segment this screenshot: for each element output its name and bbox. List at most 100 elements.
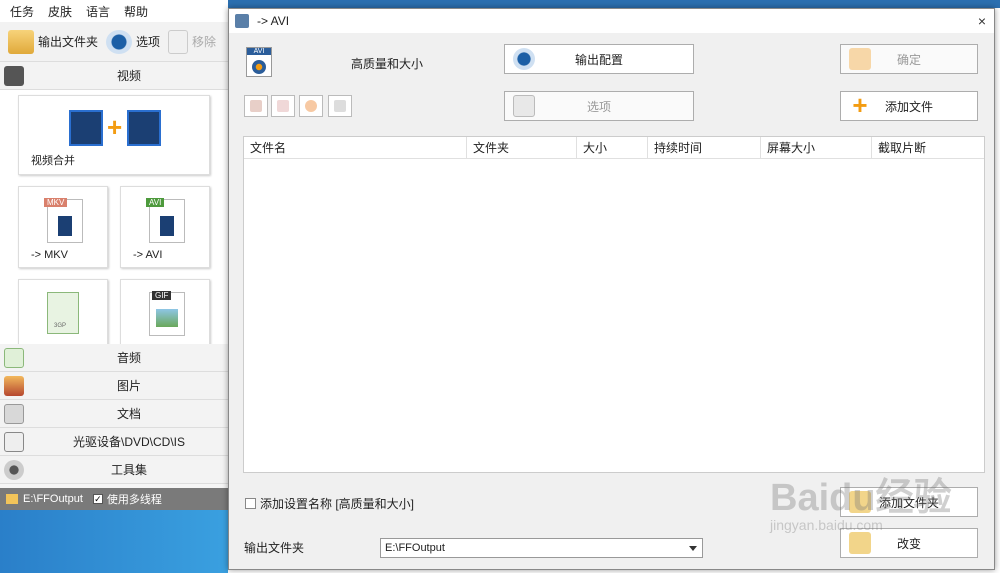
media-info-button[interactable] <box>328 95 352 117</box>
tile-to-gif[interactable]: GIF <box>120 279 210 344</box>
baidu-watermark: Baidu经验 jingyan.baidu.com <box>770 466 1000 566</box>
menu-skin[interactable]: 皮肤 <box>48 3 72 20</box>
output-folder-value: E:\FFOutput <box>385 542 445 554</box>
col-size[interactable]: 大小 <box>577 137 648 159</box>
gif-badge: GIF <box>152 291 172 300</box>
tools-icon <box>4 460 24 480</box>
gear-icon <box>513 48 535 70</box>
file-info-button[interactable] <box>244 95 268 117</box>
mkv-file-icon: MKV <box>44 198 83 243</box>
options-icon <box>513 95 535 117</box>
status-bar: E:\FFOutput ✓ 使用多线程 <box>0 488 228 510</box>
avi-format-badge: AVI <box>247 48 271 55</box>
remove-item-button[interactable] <box>271 95 295 117</box>
film-icon <box>4 66 24 86</box>
tile-to-mkv-label: -> MKV <box>31 249 68 261</box>
watermark-logo: Baidu经验 <box>770 477 952 519</box>
category-disc[interactable]: 光驱设备\DVD\CD\IS <box>0 428 228 456</box>
output-folder-label: 输出文件夹 <box>244 541 305 555</box>
music-note-icon <box>4 348 24 368</box>
options-dialog-label: 选项 <box>586 99 611 114</box>
folder-icon <box>8 29 34 54</box>
avi-badge: AVI <box>146 198 165 207</box>
play-button[interactable] <box>299 95 323 117</box>
col-clip[interactable]: 截取片断 <box>872 137 984 159</box>
menu-task[interactable]: 任务 <box>10 3 34 20</box>
ok-label: 确定 <box>896 52 921 67</box>
add-setting-name-row[interactable]: 添加设置名称 [高质量和大小] <box>245 495 414 512</box>
output-folder-label: 输出文件夹 <box>38 35 99 49</box>
menu-help[interactable]: 帮助 <box>124 3 148 20</box>
col-screen-size[interactable]: 屏幕大小 <box>761 137 872 159</box>
arrow-right-icon <box>849 48 871 70</box>
category-panel: 视频 + 视频合并 MKV -> MKV AVI -> AVI 3GP GIF … <box>0 62 228 488</box>
multithread-label: 使用多线程 <box>106 494 162 506</box>
dialog-title: -> AVI <box>257 14 290 28</box>
category-picture-label: 图片 <box>116 379 141 393</box>
3gp-badge: 3GP <box>54 323 67 329</box>
desktop-background <box>0 510 228 573</box>
desktop-strip <box>228 0 1000 8</box>
category-video[interactable]: 视频 <box>0 62 228 90</box>
tile-video-merge-label: 视频合并 <box>31 155 75 167</box>
output-config-button[interactable]: 输出配置 <box>504 44 694 74</box>
play-icon <box>305 100 317 112</box>
tile-to-mkv[interactable]: MKV -> MKV <box>18 186 108 268</box>
disc-drive-icon <box>4 432 24 452</box>
tile-to-avi-label: -> AVI <box>133 249 163 261</box>
ok-button[interactable]: 确定 <box>840 44 978 74</box>
remove-x-icon <box>277 100 289 112</box>
category-tools-label: 工具集 <box>110 463 147 477</box>
add-file-button[interactable]: + 添加文件 <box>840 91 978 121</box>
remove-button[interactable]: 移除 <box>168 29 217 54</box>
options-button[interactable]: 选项 <box>106 29 161 54</box>
file-icon <box>250 100 262 112</box>
output-folder-select[interactable]: E:\FFOutput <box>380 538 703 558</box>
category-tools[interactable]: 工具集 <box>0 456 228 484</box>
plus-icon: + <box>852 90 868 120</box>
status-path[interactable]: E:\FFOutput <box>23 493 83 505</box>
picture-icon <box>4 376 24 396</box>
col-filename[interactable]: 文件名 <box>244 137 467 159</box>
quality-preset: 高质量和大小 <box>351 57 424 71</box>
category-document[interactable]: 文档 <box>0 400 228 428</box>
file-list-table[interactable]: 文件名 文件夹 大小 持续时间 屏幕大小 截取片断 <box>243 136 985 473</box>
tile-to-avi[interactable]: AVI -> AVI <box>120 186 210 268</box>
tile-to-3gp[interactable]: 3GP <box>18 279 108 344</box>
video-tiles: + 视频合并 MKV -> MKV AVI -> AVI 3GP GIF <box>0 90 228 344</box>
table-header: 文件名 文件夹 大小 持续时间 屏幕大小 截取片断 <box>244 137 984 159</box>
category-disc-label: 光驱设备\DVD\CD\IS <box>72 435 185 449</box>
add-file-label: 添加文件 <box>884 99 933 114</box>
options-label: 选项 <box>136 35 161 49</box>
merge-icon: + <box>69 110 161 146</box>
remove-label: 移除 <box>192 35 217 49</box>
menu-language[interactable]: 语言 <box>86 3 110 20</box>
options-dialog-button[interactable]: 选项 <box>504 91 694 121</box>
col-duration[interactable]: 持续时间 <box>648 137 761 159</box>
3gp-file-icon: 3GP <box>47 292 79 334</box>
info-icon <box>334 100 346 112</box>
app-icon <box>235 14 249 28</box>
gear-icon <box>106 29 133 54</box>
category-audio[interactable]: 音频 <box>0 344 228 372</box>
category-audio-label: 音频 <box>116 351 141 365</box>
gif-file-icon: GIF <box>149 291 185 336</box>
status-folder-icon <box>6 494 18 504</box>
add-setting-name-label: 添加设置名称 [高质量和大小] <box>260 497 415 511</box>
dialog-titlebar: -> AVI × <box>229 9 994 33</box>
col-folder[interactable]: 文件夹 <box>467 137 577 159</box>
remove-icon <box>168 29 189 54</box>
chevron-down-icon <box>689 546 697 551</box>
add-setting-name-checkbox[interactable] <box>245 498 256 509</box>
output-folder-button[interactable]: 输出文件夹 <box>8 29 99 54</box>
multithread-checkbox[interactable]: ✓ <box>92 494 103 504</box>
category-document-label: 文档 <box>116 407 141 421</box>
avi-file-icon: AVI <box>146 198 185 243</box>
mkv-badge: MKV <box>44 198 68 207</box>
category-picture[interactable]: 图片 <box>0 372 228 400</box>
close-button[interactable]: × <box>978 13 986 29</box>
document-icon <box>4 404 24 424</box>
tile-video-merge[interactable]: + 视频合并 <box>18 95 210 175</box>
category-video-label: 视频 <box>116 69 141 83</box>
toolbar: 输出文件夹 选项 移除 <box>0 22 228 62</box>
